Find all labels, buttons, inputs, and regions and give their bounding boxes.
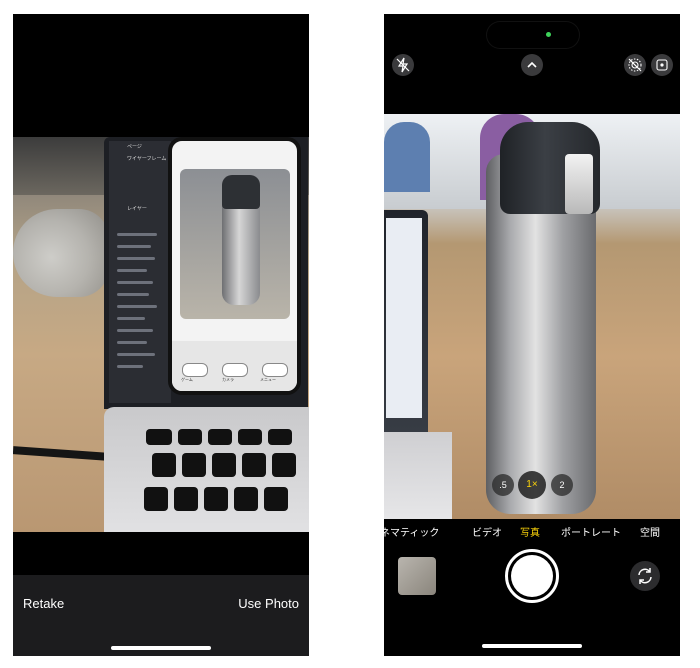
laptop-sidebar: ページ ワイヤーフレーム レイヤー	[109, 141, 171, 403]
mode-portrait[interactable]: ポートレート	[561, 524, 621, 539]
background-person	[384, 122, 430, 192]
laptop-base-edge	[384, 432, 452, 519]
retake-button[interactable]: Retake	[23, 596, 64, 611]
captured-photo: ページ ワイヤーフレーム レイヤー ゲーム カメラ メニュー	[13, 137, 309, 532]
mockup-game-button	[182, 363, 208, 377]
photo-review-screen: ページ ワイヤーフレーム レイヤー ゲーム カメラ メニュー Retake Us…	[13, 14, 309, 656]
layer-row	[117, 257, 155, 260]
mockup-game-label: ゲーム	[181, 377, 193, 382]
camera-screen: .5 1× 2 シネマティック ビデオ 写真 ポートレート 空間	[384, 14, 680, 656]
home-indicator[interactable]	[482, 644, 582, 648]
use-photo-button[interactable]: Use Photo	[238, 596, 299, 611]
layer-row	[117, 233, 157, 236]
keyboard-key	[144, 487, 168, 511]
keyboard-key	[208, 429, 232, 445]
live-photo-off-icon[interactable]	[624, 54, 646, 76]
keyboard-key	[242, 453, 266, 477]
last-photo-thumbnail[interactable]	[398, 557, 436, 595]
layer-row	[117, 341, 147, 344]
layer-row	[117, 269, 147, 272]
camera-mode-selector: シネマティック ビデオ 写真 ポートレート 空間	[384, 520, 680, 544]
shutter-button[interactable]	[511, 555, 553, 597]
zoom-1x-button[interactable]: 1×	[518, 471, 546, 499]
zoom-2x-button[interactable]: 2	[551, 474, 573, 496]
camera-in-use-indicator	[546, 32, 551, 37]
home-indicator[interactable]	[111, 646, 211, 650]
mockup-phone-frame: ゲーム カメラ メニュー	[168, 137, 301, 395]
mockup-camera-button	[222, 363, 248, 377]
layer-row	[117, 281, 153, 284]
flash-off-icon[interactable]	[392, 54, 414, 76]
layer-row	[117, 353, 155, 356]
chevron-up-icon[interactable]	[521, 54, 543, 76]
keyboard-key	[182, 453, 206, 477]
dynamic-island	[487, 22, 579, 48]
mode-video[interactable]: ビデオ	[472, 524, 502, 539]
keyboard-key	[264, 487, 288, 511]
mode-photo[interactable]: 写真	[520, 524, 540, 539]
layer-row	[117, 293, 149, 296]
bottle-cap-clip	[565, 154, 593, 214]
keyboard-key	[268, 429, 292, 445]
mode-spatial[interactable]: 空間	[640, 524, 660, 539]
review-toolbar	[13, 575, 309, 656]
keyboard-key	[204, 487, 228, 511]
laptop-keyboard-deck	[104, 407, 309, 532]
keyboard-key	[178, 429, 202, 445]
laptop-screen-edge	[386, 218, 422, 418]
pages-header: ページ	[127, 144, 142, 150]
layer-row	[117, 305, 157, 308]
mockup-preview	[180, 169, 290, 319]
mockup-menu-button	[262, 363, 288, 377]
layer-row	[117, 329, 153, 332]
keyboard-key	[234, 487, 258, 511]
mockup-menu-label: メニュー	[260, 377, 276, 382]
headphones	[13, 209, 109, 297]
zoom-0-5-button[interactable]: .5	[492, 474, 514, 496]
keyboard-key	[174, 487, 198, 511]
camera-viewfinder[interactable]	[384, 114, 680, 519]
keyboard-key	[146, 429, 172, 445]
layer-row	[117, 245, 151, 248]
flip-camera-icon[interactable]	[630, 561, 660, 591]
styles-icon[interactable]	[651, 54, 673, 76]
layers-header: レイヤー	[127, 206, 147, 212]
layer-row	[117, 317, 145, 320]
mode-cinematic[interactable]: シネマティック	[384, 524, 439, 539]
keyboard-key	[152, 453, 176, 477]
keyboard-key	[238, 429, 262, 445]
mockup-bottle-cap	[222, 175, 260, 209]
layer-row	[117, 365, 143, 368]
keyboard-key	[272, 453, 296, 477]
keyboard-key	[212, 453, 236, 477]
mockup-camera-label: カメラ	[222, 377, 234, 382]
wireframe-label: ワイヤーフレーム	[127, 156, 167, 162]
